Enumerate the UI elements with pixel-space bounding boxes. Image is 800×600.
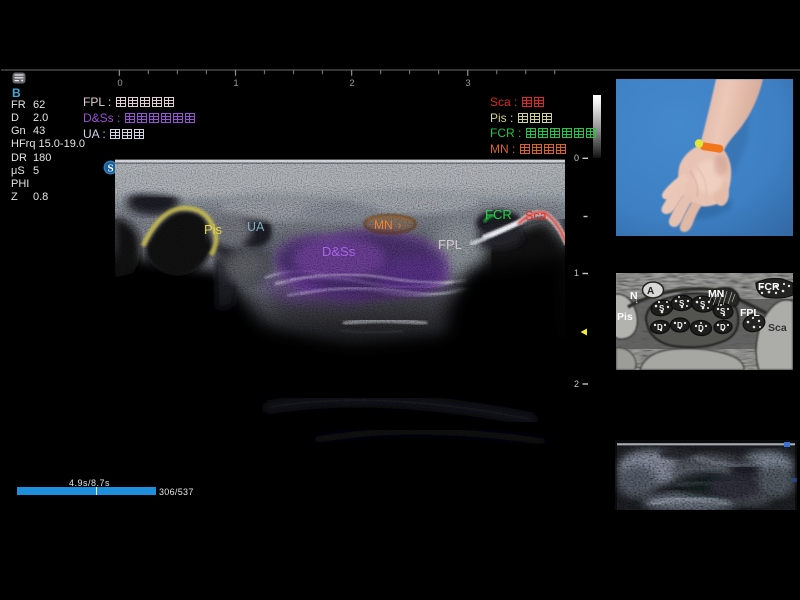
svg-text:S: S [659,304,665,313]
svg-text:S: S [700,300,706,309]
svg-text:MN: MN [708,288,724,300]
svg-text:S: S [720,307,726,316]
svg-text:D: D [698,324,704,333]
svg-text:S: S [107,162,113,174]
svg-text:FCR: FCR [758,281,780,293]
svg-text:↓: ↓ [635,298,639,305]
svg-text:Sca: Sca [768,322,787,334]
svg-text:Pis: Pis [204,222,223,237]
svg-text:A: A [647,286,654,297]
svg-text:D: D [720,323,726,332]
svg-text:D: D [657,323,663,332]
svg-text:D: D [677,321,683,330]
svg-text:Sca: Sca [525,209,547,223]
svg-text:Pis: Pis [617,311,633,323]
svg-text:3: 3 [465,78,470,89]
svg-text:S: S [679,299,685,308]
svg-text:FPL: FPL [740,307,760,319]
svg-text:FCR: FCR [485,207,512,222]
svg-text:D&Ss: D&Ss [322,244,356,259]
svg-text:1: 1 [233,78,238,89]
svg-text:2: 2 [349,78,354,89]
svg-text:UA: UA [247,220,265,234]
svg-text:MN: MN [374,218,393,232]
svg-text:›: › [398,220,401,231]
svg-text:FPL: FPL [438,237,462,252]
svg-text:0: 0 [117,78,122,89]
